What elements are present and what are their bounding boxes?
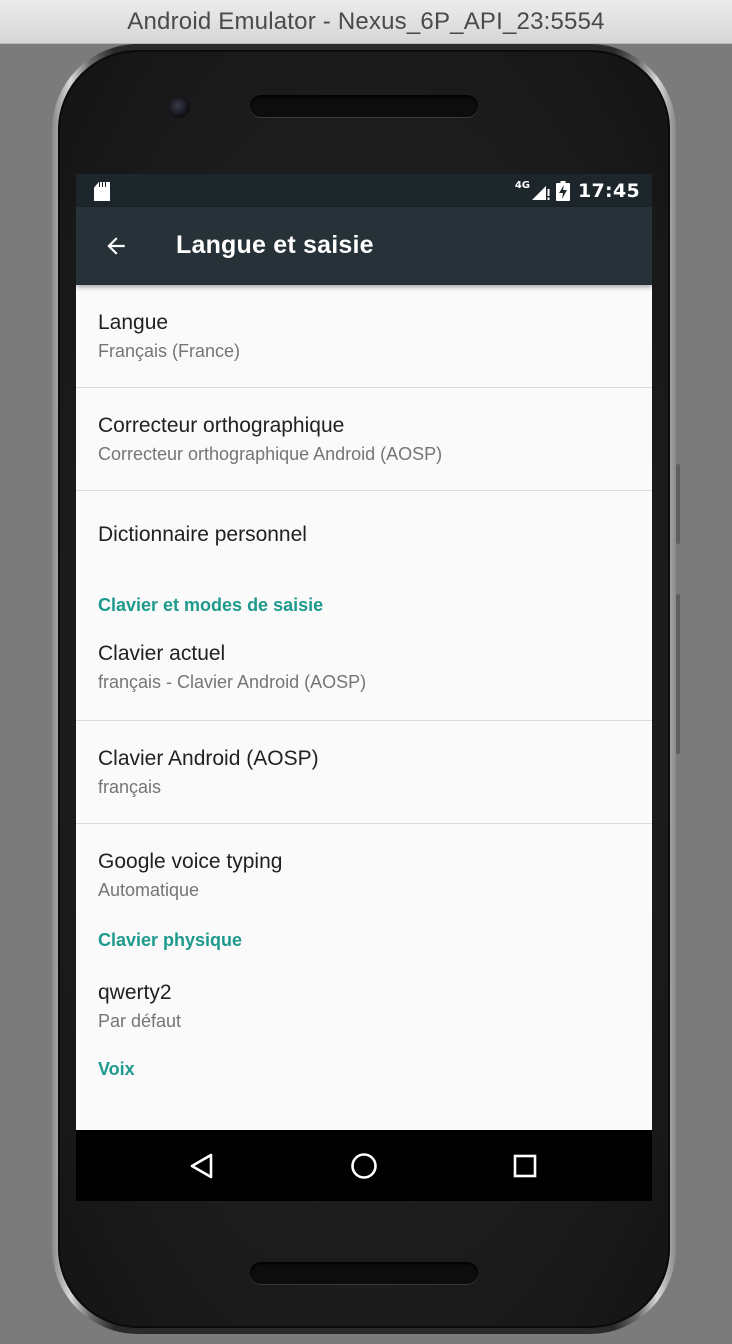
pref-langue[interactable]: Langue Français (France) [76,285,652,388]
pref-title: Clavier actuel [98,642,226,665]
pref-summary: Français (France) [98,341,241,361]
bottom-speaker [250,1262,478,1284]
recents-square-icon [513,1154,537,1178]
pref-clavier-android[interactable]: Clavier Android (AOSP) français [76,721,652,824]
category-voix: Voix [76,1059,652,1112]
back-button[interactable] [92,222,140,270]
category-clavier-physique: Clavier physique [76,927,652,963]
emulator-title-bar: Android Emulator - Nexus_6P_API_23:5554 [0,0,732,44]
navigation-bar [76,1130,652,1201]
preferences-list: Langue Français (France) Correcteur orth… [76,285,652,1112]
battery-charging-icon [556,181,571,201]
pref-clavier-actuel[interactable]: Clavier actuel français - Clavier Androi… [76,630,652,721]
pref-summary: Correcteur orthographique Android (AOSP) [98,444,443,464]
status-indicators: 4G 17:45 [515,178,640,204]
sd-card-icon [94,182,110,201]
category-title: Voix [98,1059,135,1079]
home-circle-icon [351,1153,377,1179]
category-title: Clavier et modes de saisie [98,595,324,615]
pref-google-voice-typing[interactable]: Google voice typing Automatique [76,824,652,927]
device-screen: 4G 17:45 Langue et saisie Langue Françai… [76,174,652,1201]
power-button[interactable] [676,464,680,544]
pref-qwerty2[interactable]: qwerty2 Par défaut [76,963,652,1059]
pref-title: Correcteur orthographique [98,414,345,437]
page-title: Langue et saisie [176,231,374,259]
volume-button[interactable] [676,594,680,754]
pref-title: Dictionnaire personnel [98,523,307,546]
category-title: Clavier physique [98,930,243,950]
app-bar: Langue et saisie [76,207,652,285]
arrow-back-icon [107,237,125,255]
pref-correcteur-orthographique[interactable]: Correcteur orthographique Correcteur ort… [76,388,652,491]
status-clock: 17:45 [578,180,640,202]
pref-summary: Automatique [98,880,200,900]
pref-title: Langue [98,311,169,334]
signal-icon [532,186,550,200]
pref-summary: Par défaut [98,1011,182,1031]
nav-recents-button[interactable] [503,1144,547,1188]
pref-title: qwerty2 [98,981,172,1004]
pref-title: Clavier Android (AOSP) [98,747,319,770]
window-title: Android Emulator - Nexus_6P_API_23:5554 [127,7,605,35]
category-clavier-modes-saisie: Clavier et modes de saisie [76,577,652,630]
pref-dictionnaire-personnel[interactable]: Dictionnaire personnel [76,491,652,577]
front-camera [168,96,190,118]
pref-summary: français [98,777,162,797]
status-bar: 4G 17:45 [76,174,652,207]
pref-title: Google voice typing [98,850,283,873]
nav-back-button[interactable] [180,1144,224,1188]
pref-summary: français - Clavier Android (AOSP) [98,672,367,692]
nav-home-button[interactable] [342,1144,386,1188]
back-triangle-icon [190,1153,213,1179]
network-type: 4G [514,179,531,191]
top-speaker [250,95,478,117]
